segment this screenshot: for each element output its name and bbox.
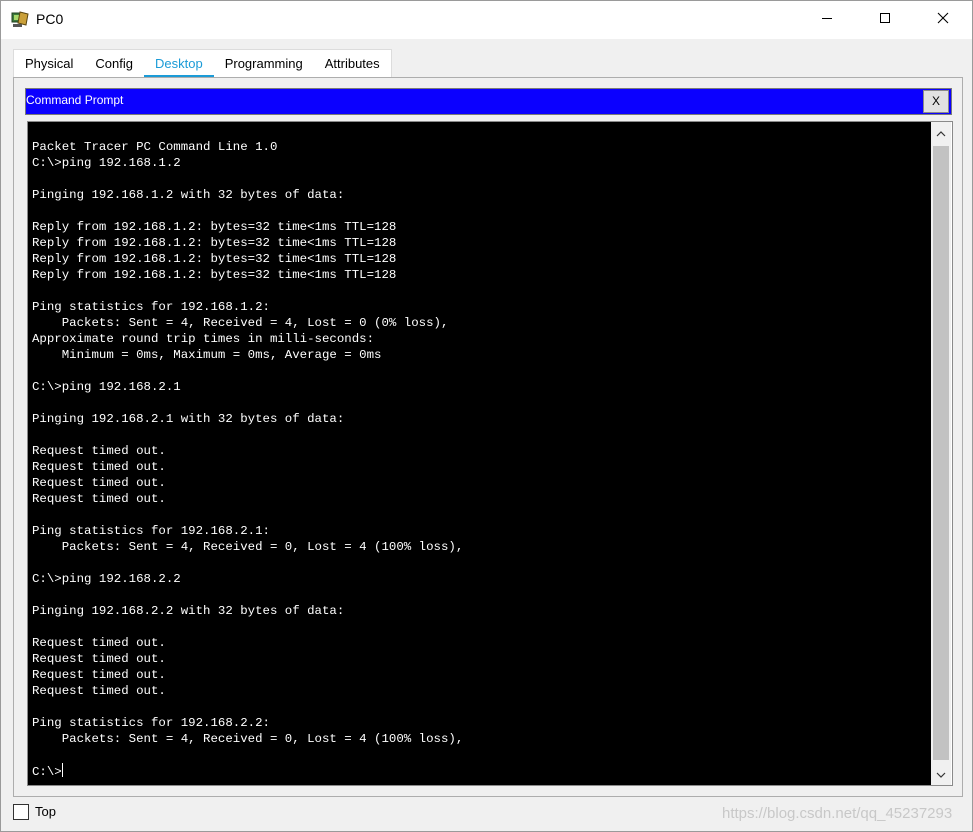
tab-physical[interactable]: Physical [14, 50, 84, 77]
terminal-line: Request timed out. [32, 684, 166, 698]
chevron-down-icon [936, 765, 946, 783]
scroll-thumb[interactable] [933, 146, 949, 760]
desktop-panel: Command Prompt X Packet Tracer PC Comman… [13, 77, 963, 797]
terminal-line: Pinging 192.168.1.2 with 32 bytes of dat… [32, 188, 345, 202]
terminal-line: Pinging 192.168.2.1 with 32 bytes of dat… [32, 412, 345, 426]
top-checkbox-label: Top [35, 804, 56, 819]
terminal-line: Request timed out. [32, 636, 166, 650]
terminal-line: Approximate round trip times in milli-se… [32, 332, 375, 346]
terminal-lines: Packet Tracer PC Command Line 1.0 C:\>pin… [32, 139, 463, 779]
command-prompt-header: Command Prompt X [25, 88, 952, 115]
close-icon [937, 11, 949, 29]
terminal-line: Request timed out. [32, 460, 166, 474]
terminal-line: Packets: Sent = 4, Received = 0, Lost = … [32, 732, 464, 746]
terminal-line: Reply from 192.168.1.2: bytes=32 time<1m… [32, 268, 397, 282]
maximize-icon [879, 11, 891, 29]
terminal-line: Minimum = 0ms, Maximum = 0ms, Average = … [32, 348, 382, 362]
tab-bar: Physical Config Desktop Programming Attr… [13, 49, 392, 78]
tab-config[interactable]: Config [84, 50, 144, 77]
text-cursor [61, 763, 63, 777]
terminal-line: C:\>ping 192.168.2.2 [32, 572, 181, 586]
terminal-line: Packets: Sent = 4, Received = 4, Lost = … [32, 316, 449, 330]
terminal-line: Request timed out. [32, 492, 166, 506]
terminal-line: Pinging 192.168.2.2 with 32 bytes of dat… [32, 604, 345, 618]
scroll-down-button[interactable] [931, 764, 951, 784]
minimize-icon [821, 11, 833, 29]
minimize-button[interactable] [798, 1, 856, 39]
terminal-line: Request timed out. [32, 476, 166, 490]
maximize-button[interactable] [856, 1, 914, 39]
terminal-prompt-line[interactable]: C:\> [32, 763, 463, 779]
chevron-up-icon [936, 124, 946, 142]
command-prompt-close-button[interactable]: X [923, 90, 949, 113]
tab-desktop[interactable]: Desktop [144, 50, 214, 78]
tab-programming[interactable]: Programming [214, 50, 314, 77]
terminal-prompt: C:\> [32, 765, 62, 779]
pc0-window: PC0 Physical Config Desktop Programming … [0, 0, 973, 832]
terminal-line: C:\>ping 192.168.2.1 [32, 380, 181, 394]
title-bar[interactable]: PC0 [1, 1, 972, 39]
terminal-line: Packet Tracer PC Command Line 1.0 [32, 140, 278, 154]
vertical-scrollbar[interactable] [931, 122, 951, 785]
window-title: PC0 [36, 11, 64, 27]
packet-tracer-pc-icon [11, 11, 31, 29]
close-button[interactable] [914, 1, 972, 39]
terminal-line: Packets: Sent = 4, Received = 0, Lost = … [32, 540, 464, 554]
terminal-line: Ping statistics for 192.168.2.1: [32, 524, 270, 538]
terminal-line: C:\>ping 192.168.1.2 [32, 156, 181, 170]
terminal-line: Request timed out. [32, 668, 166, 682]
terminal-line: Reply from 192.168.1.2: bytes=32 time<1m… [32, 220, 397, 234]
terminal-frame: Packet Tracer PC Command Line 1.0 C:\>pin… [27, 121, 953, 786]
terminal-line: Reply from 192.168.1.2: bytes=32 time<1m… [32, 252, 397, 266]
terminal-line: Request timed out. [32, 444, 166, 458]
tab-attributes[interactable]: Attributes [314, 50, 391, 77]
terminal-line: Reply from 192.168.1.2: bytes=32 time<1m… [32, 236, 397, 250]
command-prompt-title: Command Prompt [26, 93, 124, 107]
top-checkbox[interactable] [13, 804, 29, 820]
scroll-up-button[interactable] [931, 123, 951, 143]
terminal-line: Ping statistics for 192.168.1.2: [32, 300, 270, 314]
terminal-output[interactable]: Packet Tracer PC Command Line 1.0 C:\>pin… [28, 122, 931, 785]
terminal-line: Request timed out. [32, 652, 166, 666]
watermark: https://blog.csdn.net/qq_45237293 [722, 805, 953, 822]
terminal-line: Ping statistics for 192.168.2.2: [32, 716, 270, 730]
